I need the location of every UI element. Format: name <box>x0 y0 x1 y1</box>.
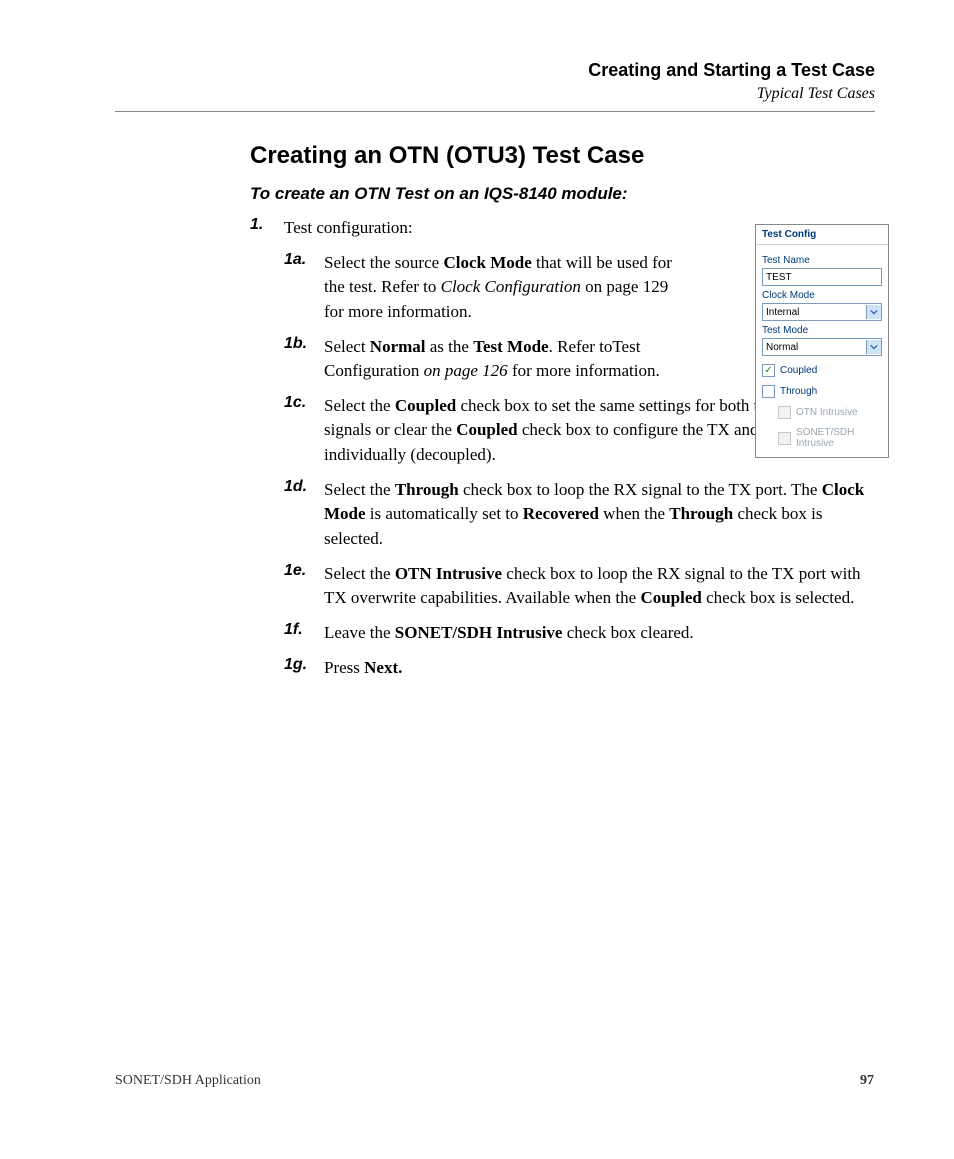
through-label: Through <box>780 386 817 397</box>
otn-intrusive-checkbox[interactable] <box>778 406 791 419</box>
step-1f-number: 1f. <box>284 621 324 639</box>
step-1-text: Test configuration: <box>284 216 413 241</box>
step-1a-number: 1a. <box>284 251 324 269</box>
step-1d-number: 1d. <box>284 478 324 496</box>
test-mode-select[interactable]: Normal <box>762 338 882 356</box>
step-1e-number: 1e. <box>284 562 324 580</box>
test-mode-value: Normal <box>766 342 798 353</box>
sonet-intrusive-label: SONET/SDH Intrusive <box>796 427 882 449</box>
footer-left: SONET/SDH Application <box>115 1073 261 1089</box>
otn-intrusive-label: OTN Intrusive <box>796 407 858 418</box>
step-1-number: 1. <box>250 216 284 234</box>
step-1g-text: Press Next. <box>324 656 402 681</box>
clock-mode-value: Internal <box>766 307 799 318</box>
chevron-down-icon[interactable] <box>866 340 881 354</box>
step-1c-number: 1c. <box>284 394 324 412</box>
step-1b-text: Select Normal as the Test Mode. Refer to… <box>324 335 684 384</box>
step-1d: 1d. Select the Through check box to loop… <box>284 478 875 552</box>
test-name-input[interactable]: TEST <box>762 268 882 286</box>
step-1f-text: Leave the SONET/SDH Intrusive check box … <box>324 621 694 646</box>
step-1e-text: Select the OTN Intrusive check box to lo… <box>324 562 875 611</box>
sonet-intrusive-checkbox[interactable] <box>778 432 791 445</box>
coupled-label: Coupled <box>780 365 817 376</box>
test-name-value: TEST <box>766 272 792 283</box>
step-1b-number: 1b. <box>284 335 324 353</box>
section-subtitle: To create an OTN Test on an IQS-8140 mod… <box>250 184 875 204</box>
step-1a-text: Select the source Clock Mode that will b… <box>324 251 684 325</box>
header-rule <box>115 111 875 112</box>
test-config-panel: Test Config Test Name TEST Clock Mode In… <box>755 224 889 458</box>
step-1d-text: Select the Through check box to loop the… <box>324 478 875 552</box>
step-1f: 1f. Leave the SONET/SDH Intrusive check … <box>284 621 875 646</box>
header-title: Creating and Starting a Test Case <box>115 60 875 81</box>
test-mode-label: Test Mode <box>762 325 882 336</box>
clock-mode-select[interactable]: Internal <box>762 303 882 321</box>
header-subtitle: Typical Test Cases <box>115 85 875 103</box>
panel-title: Test Config <box>756 225 888 245</box>
test-name-label: Test Name <box>762 255 882 266</box>
coupled-checkbox[interactable] <box>762 364 775 377</box>
section-title: Creating an OTN (OTU3) Test Case <box>250 142 875 170</box>
page-footer: SONET/SDH Application 97 <box>115 1073 874 1089</box>
step-1g-number: 1g. <box>284 656 324 674</box>
chevron-down-icon[interactable] <box>866 305 881 319</box>
page-number: 97 <box>860 1073 874 1089</box>
clock-mode-label: Clock Mode <box>762 290 882 301</box>
through-checkbox[interactable] <box>762 385 775 398</box>
step-1g: 1g. Press Next. <box>284 656 875 681</box>
step-1e: 1e. Select the OTN Intrusive check box t… <box>284 562 875 611</box>
